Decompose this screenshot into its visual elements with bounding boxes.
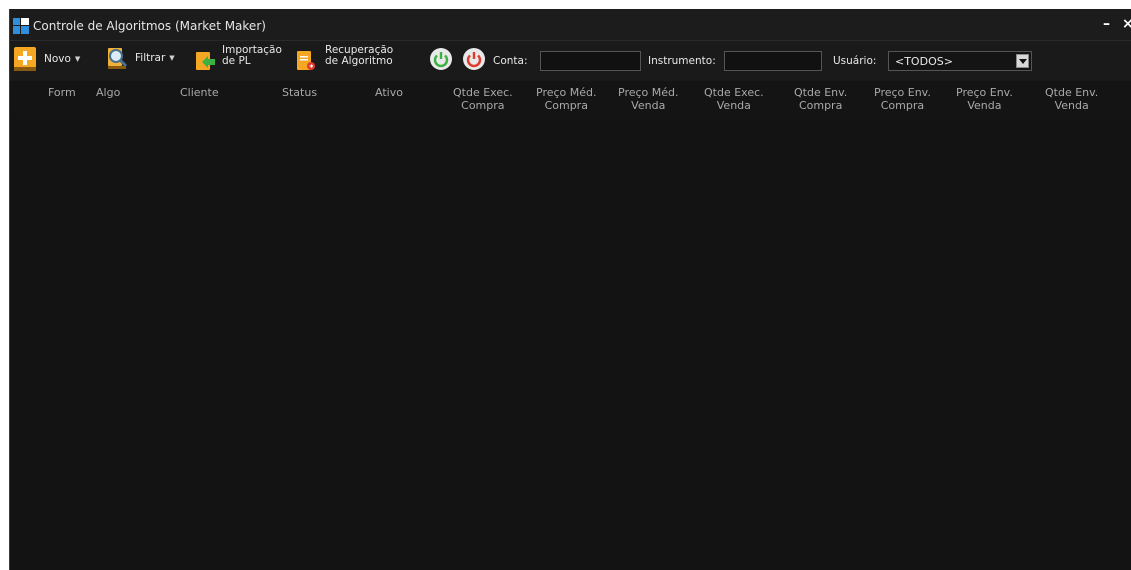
start-icon[interactable] <box>429 47 453 71</box>
usuario-selected-value: <TODOS> <box>895 55 953 68</box>
column-header-qtde-env-compra[interactable]: Qtde Env. Compra <box>794 86 847 112</box>
importacao-pl-button[interactable]: Importação de PL <box>194 45 282 72</box>
chevron-down-icon[interactable] <box>1016 54 1029 68</box>
novo-button[interactable]: Novo ▼ <box>14 47 80 71</box>
column-header-algo[interactable]: Algo <box>96 86 120 99</box>
usuario-select[interactable]: <TODOS> <box>888 51 1032 71</box>
instrumento-input[interactable] <box>724 51 822 71</box>
add-icon <box>14 47 36 71</box>
column-header-preco-med-venda[interactable]: Preço Méd. Venda <box>618 86 679 112</box>
recuperacao-algoritmo-button[interactable]: Recuperação de Algoritmo <box>295 45 393 72</box>
minimize-button[interactable]: – <box>1103 15 1110 33</box>
recover-icon <box>297 51 315 70</box>
importacao-label-2: de PL <box>222 55 251 67</box>
filter-icon <box>108 48 128 69</box>
novo-dropdown-icon[interactable]: ▼ <box>75 55 80 63</box>
column-header-qtde-exec-compra[interactable]: Qtde Exec. Compra <box>453 86 513 112</box>
import-icon <box>196 52 215 70</box>
grid-header: Form Algo Cliente Status Ativo Qtde Exec… <box>10 81 1131 113</box>
column-header-cliente[interactable]: Cliente <box>180 86 219 99</box>
market-maker-window: Controle de Algoritmos (Market Maker) – … <box>9 9 1131 570</box>
column-header-form[interactable]: Form <box>48 86 76 99</box>
title-bar[interactable]: Controle de Algoritmos (Market Maker) – … <box>10 9 1131 41</box>
toolbar: Novo ▼ Filtrar ▼ Importação de PL Recupe… <box>10 41 1131 81</box>
novo-label: Novo <box>44 53 71 65</box>
conta-input[interactable] <box>540 51 641 71</box>
column-header-preco-med-compra[interactable]: Preço Méd. Compra <box>536 86 597 112</box>
stop-icon[interactable] <box>462 47 486 71</box>
column-header-ativo[interactable]: Ativo <box>375 86 403 99</box>
instrumento-label: Instrumento: <box>648 55 716 67</box>
column-header-preco-env-compra[interactable]: Preço Env. Compra <box>874 86 931 112</box>
column-header-qtde-exec-venda[interactable]: Qtde Exec. Venda <box>704 86 764 112</box>
filtrar-button[interactable]: Filtrar ▼ <box>106 46 175 70</box>
close-button[interactable]: × <box>1122 15 1131 33</box>
conta-label: Conta: <box>493 55 528 67</box>
grid-body[interactable] <box>10 113 1131 570</box>
window-title: Controle de Algoritmos (Market Maker) <box>33 19 266 33</box>
recuperacao-label-2: de Algoritmo <box>325 55 393 67</box>
app-grid-icon <box>13 18 29 34</box>
column-header-qtde-env-venda[interactable]: Qtde Env. Venda <box>1045 86 1098 112</box>
column-header-status[interactable]: Status <box>282 86 317 99</box>
filtrar-label: Filtrar <box>135 52 166 64</box>
usuario-label: Usuário: <box>833 55 877 67</box>
filtrar-dropdown-icon[interactable]: ▼ <box>169 54 174 62</box>
column-header-preco-env-venda[interactable]: Preço Env. Venda <box>956 86 1013 112</box>
